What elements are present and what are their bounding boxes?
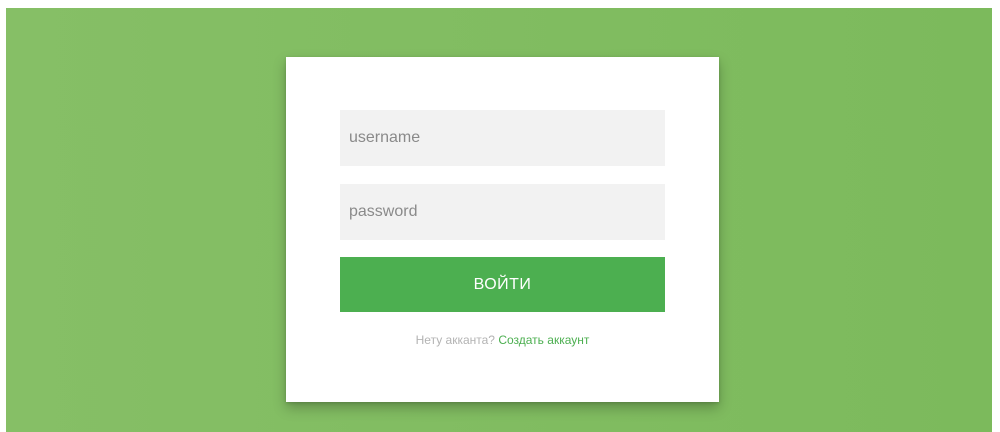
signup-prompt-line: Нету акканта? Создать аккаунт (286, 333, 719, 347)
password-input[interactable] (340, 184, 665, 240)
login-card: ВОЙТИ Нету акканта? Создать аккаунт (286, 57, 719, 402)
page-background: ВОЙТИ Нету акканта? Создать аккаунт (6, 8, 992, 432)
username-input[interactable] (340, 110, 665, 166)
create-account-link[interactable]: Создать аккаунт (498, 333, 589, 347)
login-button[interactable]: ВОЙТИ (340, 257, 665, 312)
signup-prompt-text: Нету акканта? (415, 333, 495, 347)
